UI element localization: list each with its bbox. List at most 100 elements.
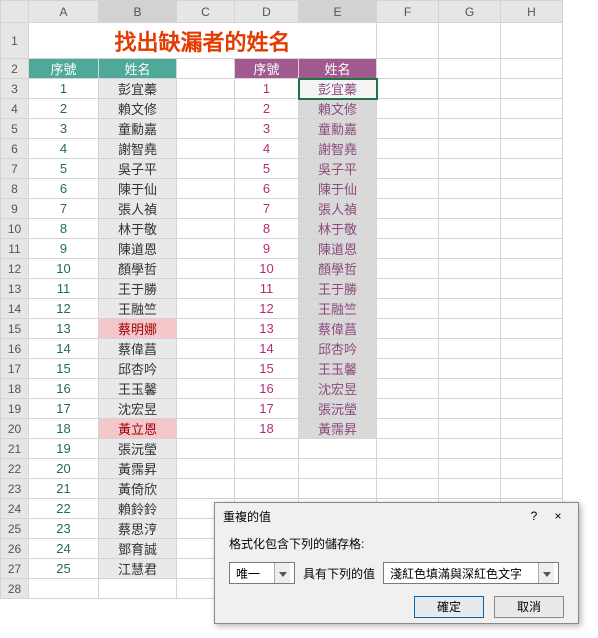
cell[interactable]: 10 — [29, 259, 99, 279]
cell[interactable] — [501, 479, 563, 499]
row-3[interactable]: 3 — [1, 79, 29, 99]
cell[interactable]: 姓名 — [99, 59, 177, 79]
cell[interactable] — [177, 179, 235, 199]
cell[interactable]: 12 — [235, 299, 299, 319]
cell[interactable] — [377, 119, 439, 139]
cell[interactable] — [377, 159, 439, 179]
row-20[interactable]: 20 — [1, 419, 29, 439]
cell[interactable]: 11 — [235, 279, 299, 299]
row-13[interactable]: 13 — [1, 279, 29, 299]
help-button[interactable]: ? — [522, 509, 546, 523]
cell[interactable] — [377, 199, 439, 219]
cell[interactable]: 姓名 — [299, 59, 377, 79]
row-26[interactable]: 26 — [1, 539, 29, 559]
cell[interactable]: 邱杏吟 — [299, 339, 377, 359]
row-21[interactable]: 21 — [1, 439, 29, 459]
cell[interactable] — [439, 179, 501, 199]
cell[interactable]: 22 — [29, 499, 99, 519]
cell[interactable] — [439, 99, 501, 119]
cell[interactable] — [501, 339, 563, 359]
cell[interactable]: 黃霈昇 — [299, 419, 377, 439]
cell[interactable] — [501, 379, 563, 399]
cell[interactable] — [439, 359, 501, 379]
cell[interactable] — [439, 279, 501, 299]
cell[interactable]: 鄧育誠 — [99, 539, 177, 559]
cell[interactable] — [299, 479, 377, 499]
cell[interactable]: 20 — [29, 459, 99, 479]
cell[interactable]: 15 — [29, 359, 99, 379]
col-D[interactable]: D — [235, 1, 299, 23]
row-15[interactable]: 15 — [1, 319, 29, 339]
ok-button[interactable]: 確定 — [414, 596, 484, 618]
col-H[interactable]: H — [501, 1, 563, 23]
cell[interactable]: 18 — [29, 419, 99, 439]
sheet-title[interactable]: 找出缺漏者的姓名 — [29, 23, 377, 59]
cell[interactable]: 11 — [29, 279, 99, 299]
cell[interactable]: 黃立恩 — [99, 419, 177, 439]
cell[interactable] — [501, 439, 563, 459]
cell[interactable] — [299, 439, 377, 459]
cell[interactable]: 25 — [29, 559, 99, 579]
cell[interactable] — [177, 279, 235, 299]
cell[interactable]: 童勳嘉 — [99, 119, 177, 139]
cell[interactable] — [377, 179, 439, 199]
cell[interactable] — [439, 59, 501, 79]
cell[interactable] — [377, 459, 439, 479]
cell[interactable] — [501, 219, 563, 239]
cancel-button[interactable]: 取消 — [494, 596, 564, 618]
cell[interactable]: 張沅瑩 — [99, 439, 177, 459]
row-1[interactable]: 1 — [1, 23, 29, 59]
row-14[interactable]: 14 — [1, 299, 29, 319]
cell[interactable] — [501, 139, 563, 159]
cell[interactable]: 沈宏昱 — [299, 379, 377, 399]
cell[interactable] — [377, 279, 439, 299]
cell[interactable]: 1 — [235, 79, 299, 99]
cell[interactable] — [439, 479, 501, 499]
cell[interactable]: 18 — [235, 419, 299, 439]
cell[interactable]: 8 — [235, 219, 299, 239]
cell[interactable]: 9 — [29, 239, 99, 259]
cell[interactable] — [177, 59, 235, 79]
cell[interactable] — [377, 79, 439, 99]
cell[interactable]: 王融竺 — [299, 299, 377, 319]
cell[interactable] — [439, 319, 501, 339]
select-all-corner[interactable] — [1, 1, 29, 23]
row-4[interactable]: 4 — [1, 99, 29, 119]
cell[interactable]: 顏學哲 — [99, 259, 177, 279]
cell[interactable]: 彭宜蓁 — [99, 79, 177, 99]
cell[interactable]: 12 — [29, 299, 99, 319]
cell[interactable] — [377, 439, 439, 459]
cell[interactable]: 4 — [29, 139, 99, 159]
cell[interactable]: 3 — [235, 119, 299, 139]
col-G[interactable]: G — [439, 1, 501, 23]
cell[interactable]: 陳道恩 — [299, 239, 377, 259]
cell[interactable]: 蔡偉菖 — [299, 319, 377, 339]
cell[interactable]: 蔡偉菖 — [99, 339, 177, 359]
cell[interactable] — [439, 199, 501, 219]
cell[interactable]: 彭宜蓁 — [299, 79, 377, 99]
cell[interactable] — [177, 419, 235, 439]
cell[interactable] — [501, 359, 563, 379]
cell[interactable] — [439, 299, 501, 319]
cell[interactable] — [439, 419, 501, 439]
row-27[interactable]: 27 — [1, 559, 29, 579]
cell[interactable]: 林于敬 — [299, 219, 377, 239]
col-E[interactable]: E — [299, 1, 377, 23]
cell[interactable]: 王玉馨 — [99, 379, 177, 399]
cell[interactable]: 9 — [235, 239, 299, 259]
cell[interactable]: 張人禎 — [299, 199, 377, 219]
cell[interactable]: 13 — [235, 319, 299, 339]
cell[interactable]: 黃霈昇 — [99, 459, 177, 479]
cell[interactable]: 童勳嘉 — [299, 119, 377, 139]
cell[interactable]: 邱杏吟 — [99, 359, 177, 379]
cell[interactable]: 王于勝 — [299, 279, 377, 299]
row-7[interactable]: 7 — [1, 159, 29, 179]
cell[interactable]: 黃倚欣 — [99, 479, 177, 499]
cell[interactable] — [377, 299, 439, 319]
rule-type-dropdown[interactable]: 唯一 — [229, 562, 295, 584]
cell[interactable] — [235, 459, 299, 479]
cell[interactable]: 14 — [29, 339, 99, 359]
cell[interactable] — [377, 379, 439, 399]
cell[interactable] — [501, 239, 563, 259]
cell[interactable]: 15 — [235, 359, 299, 379]
